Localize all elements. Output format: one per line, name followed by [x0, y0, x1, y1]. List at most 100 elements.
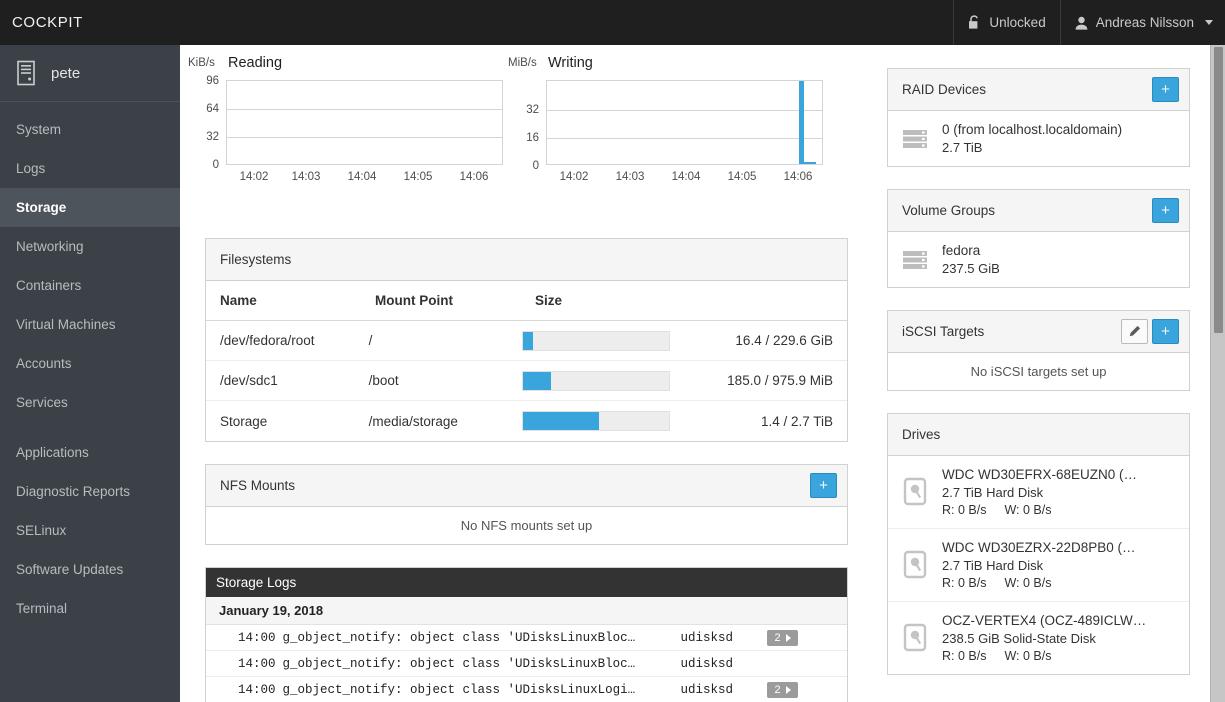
- drive-read-rate: R: 0 B/s: [942, 649, 987, 663]
- log-message: g_object_notify: object class 'UDisksLin…: [282, 630, 636, 645]
- usage-bar-fill: [523, 371, 551, 390]
- edit-iscsi-targets-button[interactable]: [1121, 319, 1148, 344]
- list-item[interactable]: 0 (from localhost.localdomain) 2.7 TiB: [888, 111, 1189, 166]
- left-panels: Filesystems Name Mount Point Size /dev/f…: [205, 238, 848, 702]
- drives-panel-header: Drives: [888, 414, 1189, 456]
- log-entry-row[interactable]: 14:00 g_object_notify: object class 'UDi…: [206, 651, 847, 677]
- table-row[interactable]: /dev/fedora/root / 16.4 / 229.6 GiB: [206, 321, 847, 361]
- usage-bar-fill: [523, 331, 534, 350]
- sidebar-item-diagnostic-reports[interactable]: Diagnostic Reports: [0, 472, 180, 511]
- user-name-label: Andreas Nilsson: [1095, 15, 1194, 30]
- nfs-mounts-panel: NFS Mounts + No NFS mounts set up: [205, 464, 848, 545]
- filesystem-mount-point: /media/storage: [368, 413, 458, 429]
- sidebar-item-logs[interactable]: Logs: [0, 149, 180, 188]
- storage-logs-panel: Storage Logs January 19, 2018 14:00 g_ob…: [205, 567, 848, 702]
- table-row[interactable]: Storage /media/storage 1.4 / 2.7 TiB: [206, 401, 847, 441]
- drive-io-rates: R: 0 B/s W: 0 B/s: [942, 576, 1147, 590]
- sidebar-item-terminal[interactable]: Terminal: [0, 589, 180, 628]
- drive-read-rate: R: 0 B/s: [942, 503, 987, 517]
- list-item[interactable]: WDC WD30EZRX-22D8PB0 (WD… 2.7 TiB Hard D…: [888, 529, 1189, 602]
- lock-status-label: Unlocked: [989, 15, 1046, 30]
- gridline: [547, 110, 822, 111]
- add-nfs-mount-button[interactable]: +: [810, 473, 837, 498]
- sidebar-item-applications[interactable]: Applications: [0, 433, 180, 472]
- writing-chart-xtick: 14:03: [615, 171, 645, 183]
- brand-title: COCKPIT: [12, 14, 83, 31]
- chevron-down-icon: [1205, 20, 1213, 25]
- log-count-value: 2: [774, 631, 781, 644]
- hard-disk-icon: [902, 477, 928, 507]
- table-row[interactable]: /dev/sdc1 /boot 185.0 / 975.9 MiB: [206, 361, 847, 401]
- list-item[interactable]: OCZ-VERTEX4 (OCZ-489ICLW11… 238.5 GiB So…: [888, 602, 1189, 674]
- log-count-badge[interactable]: 2: [766, 629, 798, 646]
- log-count-badge[interactable]: 2: [766, 681, 798, 698]
- drives-panel: Drives WDC WD30EFRX-68EUZN0 (WD… 2.7 TiB…: [887, 413, 1190, 675]
- log-message: g_object_notify: object class 'UDisksLin…: [282, 656, 636, 671]
- list-item[interactable]: fedora 237.5 GiB: [888, 232, 1189, 287]
- writing-chart-xtick: 14:05: [727, 171, 757, 183]
- writing-chart-xtick: 14:04: [671, 171, 701, 183]
- sidebar-item-label: Containers: [16, 278, 82, 293]
- lock-status-button[interactable]: Unlocked: [953, 0, 1059, 45]
- list-item[interactable]: WDC WD30EFRX-68EUZN0 (WD… 2.7 TiB Hard D…: [888, 456, 1189, 529]
- column-header-mount-point: Mount Point: [375, 293, 453, 308]
- usage-bar-track: [522, 330, 671, 351]
- gridline: [547, 138, 822, 139]
- sidebar-item-storage[interactable]: Storage: [0, 188, 180, 227]
- log-count-value: 2: [774, 683, 781, 696]
- drive-capacity: 2.7 TiB Hard Disk: [942, 558, 1044, 573]
- writing-chart: MiB/s Writing 32 16 0 14:02 14:03 14:04 …: [508, 55, 838, 197]
- sidebar-item-accounts[interactable]: Accounts: [0, 344, 180, 383]
- reading-chart-plot: [226, 80, 503, 165]
- cockpit-storage-page: COCKPIT Unlocked Andreas Nilsson pete Sy…: [0, 0, 1225, 702]
- filesystems-panel-header: Filesystems: [206, 239, 847, 281]
- drive-text: WDC WD30EZRX-22D8PB0 (WD… 2.7 TiB Hard D…: [942, 540, 1147, 590]
- user-menu-button[interactable]: Andreas Nilsson: [1059, 0, 1225, 45]
- hard-disk-icon: [902, 550, 928, 580]
- pencil-icon: [1128, 325, 1141, 338]
- volume-group-size: 237.5 GiB: [942, 261, 1000, 276]
- log-entry-row[interactable]: 14:00 g_object_notify: object class 'UDi…: [206, 677, 847, 702]
- log-entry-row[interactable]: 14:00 g_object_notify: object class 'UDi…: [206, 625, 847, 651]
- sidebar-item-label: Virtual Machines: [16, 317, 116, 332]
- add-raid-device-button[interactable]: +: [1152, 77, 1179, 102]
- drive-model: OCZ-VERTEX4 (OCZ-489ICLW11…: [942, 613, 1147, 628]
- add-iscsi-target-button[interactable]: +: [1152, 319, 1179, 344]
- log-service: udisksd: [680, 682, 734, 697]
- drive-capacity: 238.5 GiB Solid-State Disk: [942, 631, 1096, 646]
- host-selector[interactable]: pete: [0, 45, 180, 102]
- iscsi-targets-panel: iSCSI Targets + No iSCSI targets set up: [887, 310, 1190, 391]
- sidebar-item-selinux[interactable]: SELinux: [0, 511, 180, 550]
- add-volume-group-button[interactable]: +: [1152, 198, 1179, 223]
- usage-bar-fill: [523, 412, 599, 430]
- sidebar-item-label: Terminal: [16, 601, 68, 616]
- raid-devices-panel: RAID Devices + 0 (from localhost.localdo…: [887, 68, 1190, 167]
- unlock-icon: [968, 15, 981, 30]
- sidebar-item-system[interactable]: System: [0, 110, 180, 149]
- raid-device-name: 0 (from localhost.localdomain): [942, 122, 1123, 137]
- sidebar-item-virtual-machines[interactable]: Virtual Machines: [0, 305, 180, 344]
- sidebar-item-networking[interactable]: Networking: [0, 227, 180, 266]
- sidebar-item-label: Services: [16, 395, 68, 410]
- drives-title: Drives: [902, 427, 941, 442]
- main-content: KiB/s Reading 96 64 32 0 14:02 14:03 14:…: [180, 45, 1215, 702]
- drive-model: WDC WD30EFRX-68EUZN0 (WD…: [942, 467, 1147, 482]
- sidebar-item-label: Logs: [16, 161, 46, 176]
- raid-devices-actions: +: [1152, 77, 1179, 102]
- topbar-right-group: Unlocked Andreas Nilsson: [953, 0, 1225, 45]
- reading-chart-ytick: 64: [206, 103, 219, 115]
- volume-groups-title: Volume Groups: [902, 203, 996, 218]
- vertical-scrollbar[interactable]: [1210, 45, 1225, 702]
- reading-chart-ytick: 0: [212, 159, 219, 171]
- sidebar-item-software-updates[interactable]: Software Updates: [0, 550, 180, 589]
- log-message: g_object_notify: object class 'UDisksLin…: [282, 682, 636, 697]
- filesystem-name: /dev/fedora/root: [220, 333, 315, 348]
- sidebar-item-services[interactable]: Services: [0, 383, 180, 422]
- vertical-scrollbar-thumb[interactable]: [1214, 47, 1223, 333]
- reading-chart-title: Reading: [228, 55, 283, 71]
- writing-chart-title: Writing: [548, 55, 593, 71]
- sidebar-divider-gap: [0, 422, 180, 433]
- filesystem-usage-text: 1.4 / 2.7 TiB: [760, 413, 833, 429]
- reading-chart-unit: KiB/s: [188, 57, 215, 69]
- sidebar-item-containers[interactable]: Containers: [0, 266, 180, 305]
